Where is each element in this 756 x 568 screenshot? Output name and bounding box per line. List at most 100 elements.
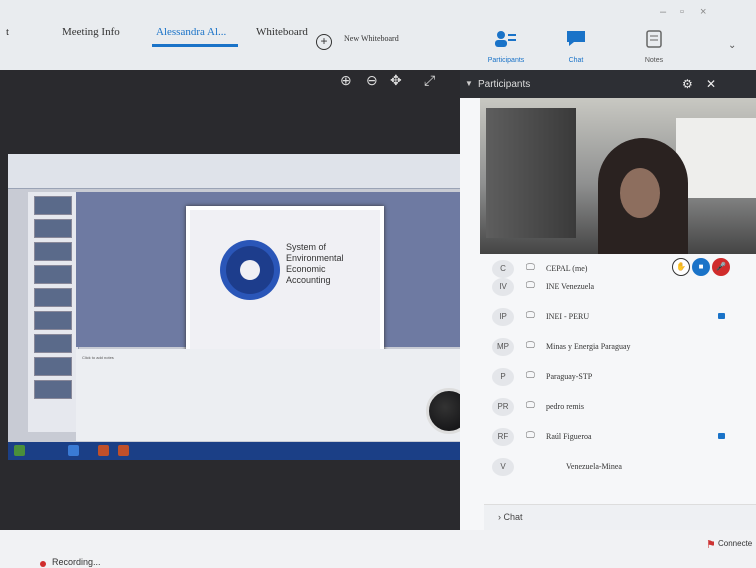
status-bar: ⚑ Connecte (0, 530, 756, 568)
connection-icon: ⚑ (706, 539, 716, 551)
participant-name: Raúl Figueroa (546, 432, 592, 441)
participant-row[interactable]: PR 🖵 pedro remis (484, 392, 756, 422)
panel-title: Participants (478, 79, 531, 90)
slide-line: Accounting (286, 275, 331, 285)
notes-placeholder: Click to add notes (82, 355, 114, 360)
more-chevron-icon[interactable]: ⌄ (728, 40, 736, 51)
video-background (676, 118, 756, 198)
collapse-chevron-icon[interactable]: ▼ (465, 79, 473, 88)
maximize-icon[interactable]: ▫ (680, 6, 684, 18)
slide-thumbnails (28, 192, 79, 432)
participant-row[interactable]: IV 🖵 INE Venezuela (484, 272, 756, 296)
participant-name: Venezuela-Minea (566, 462, 622, 471)
avatar: V (492, 458, 514, 476)
screen-icon: 🖵 (526, 370, 535, 380)
participants-label: Participants (487, 57, 525, 64)
slide-thumbnail (34, 311, 72, 330)
panel-header: ▼ Participants ⚙ ✕ (460, 70, 756, 98)
meeting-window: – ▫ × t Meeting Info Alessandra Al... Wh… (0, 0, 756, 568)
participant-row[interactable]: IP 🖵 INEI - PERU (484, 302, 756, 332)
camera-icon (718, 313, 725, 319)
slide-line: System of (286, 242, 327, 252)
recording-status: Recording... (52, 557, 101, 567)
tab-presenter[interactable]: Alessandra Al... (156, 26, 226, 38)
zoom-out-icon[interactable]: ⊖ (366, 72, 378, 89)
top-toolbar: – ▫ × t Meeting Info Alessandra Al... Wh… (0, 0, 756, 70)
avatar: PR (492, 398, 514, 416)
recording-dot-icon (40, 561, 46, 567)
logo-icon (226, 246, 274, 294)
participant-row[interactable]: V Venezuela-Minea (484, 452, 756, 482)
screen-icon: 🖵 (526, 430, 535, 440)
participant-name: Paraguay-STP (546, 372, 593, 381)
slide-thumbnail (34, 357, 72, 376)
chat-section-label: › Chat (498, 512, 523, 522)
taskbar-app-icon (98, 445, 109, 456)
avatar: IV (492, 278, 514, 296)
slide-thumbnail (34, 380, 72, 399)
tab-new-whiteboard[interactable]: New Whiteboard (344, 34, 399, 43)
video-background (486, 108, 576, 238)
slide-title: System of Environmental Economic Account… (286, 242, 370, 286)
participant-row[interactable]: RF 🖵 Raúl Figueroa (484, 422, 756, 452)
add-whiteboard-icon[interactable]: + (316, 34, 332, 50)
chat-icon (567, 31, 585, 46)
chat-section-toggle[interactable]: › Chat (484, 504, 756, 531)
tab-meeting-info[interactable]: Meeting Info (62, 26, 120, 38)
slide-thumbnail (34, 288, 72, 307)
slide-line: Economic (286, 264, 326, 274)
screen-icon: 🖵 (526, 280, 535, 290)
slide-thumbnail (34, 196, 72, 215)
participant-name: pedro remis (546, 402, 584, 411)
active-tab-indicator (152, 44, 238, 47)
screen-icon: 🖵 (526, 400, 535, 410)
notes-label: Notes (644, 57, 664, 64)
chat-button[interactable]: Chat (546, 30, 606, 64)
tab-whiteboard[interactable]: Whiteboard (256, 26, 308, 38)
zoom-in-icon[interactable]: ⊕ (340, 72, 352, 89)
window-close-icon[interactable]: × (700, 6, 706, 18)
avatar: MP (492, 338, 514, 356)
avatar: IP (492, 308, 514, 326)
connection-status: Connecte (718, 539, 753, 548)
avatar: RF (492, 428, 514, 446)
participants-icon (495, 31, 516, 47)
chat-label-text: Chat (503, 512, 523, 522)
video-face (620, 168, 660, 218)
participant-list: C 🖵 CEPAL (me) ✋ ■ 🎤 IV 🖵 INE Venezuela … (484, 254, 756, 482)
slide-line: Environmental (286, 253, 344, 263)
screen-icon: 🖵 (526, 310, 535, 320)
slide-thumbnail (34, 265, 72, 284)
windows-taskbar (8, 442, 468, 460)
taskbar-app-icon (118, 445, 129, 456)
participants-button[interactable]: Participants (476, 30, 536, 64)
notes-button[interactable]: Notes (624, 30, 684, 64)
minimize-icon[interactable]: – (660, 6, 666, 18)
avatar: P (492, 368, 514, 386)
slide-thumbnail (34, 219, 72, 238)
taskbar-app-icon (68, 445, 79, 456)
slide-thumbnail (34, 242, 72, 261)
pan-icon[interactable]: ✥ (390, 72, 402, 89)
participant-name: Minas y Energia Paraguay (546, 342, 631, 351)
close-icon[interactable]: ✕ (706, 77, 716, 91)
presentation-ribbon (8, 154, 468, 189)
participant-name: INE Venezuela (546, 282, 595, 291)
tab-partial[interactable]: t (6, 26, 9, 38)
gear-icon[interactable]: ⚙ (682, 77, 693, 91)
fullscreen-icon[interactable]: ⤢ (424, 72, 435, 89)
shared-screen: System of Environmental Economic Account… (8, 154, 468, 460)
participant-name: INEI - PERU (546, 312, 590, 321)
notes-icon (646, 30, 662, 48)
participant-row[interactable]: MP 🖵 Minas y Energia Paraguay (484, 332, 756, 362)
screen-icon: 🖵 (526, 340, 535, 350)
chat-label: Chat (568, 57, 584, 64)
start-icon (14, 445, 25, 456)
participants-panel: ▼ Participants ⚙ ✕ C 🖵 CEPAL (me) ✋ ■ 🎤 … (460, 70, 756, 531)
slide-thumbnail (34, 334, 72, 353)
camera-icon (718, 433, 725, 439)
slide-notes: Click to add notes (76, 349, 468, 441)
participant-row[interactable]: P 🖵 Paraguay-STP (484, 362, 756, 392)
current-slide: System of Environmental Economic Account… (186, 206, 384, 354)
participant-video (480, 98, 756, 254)
